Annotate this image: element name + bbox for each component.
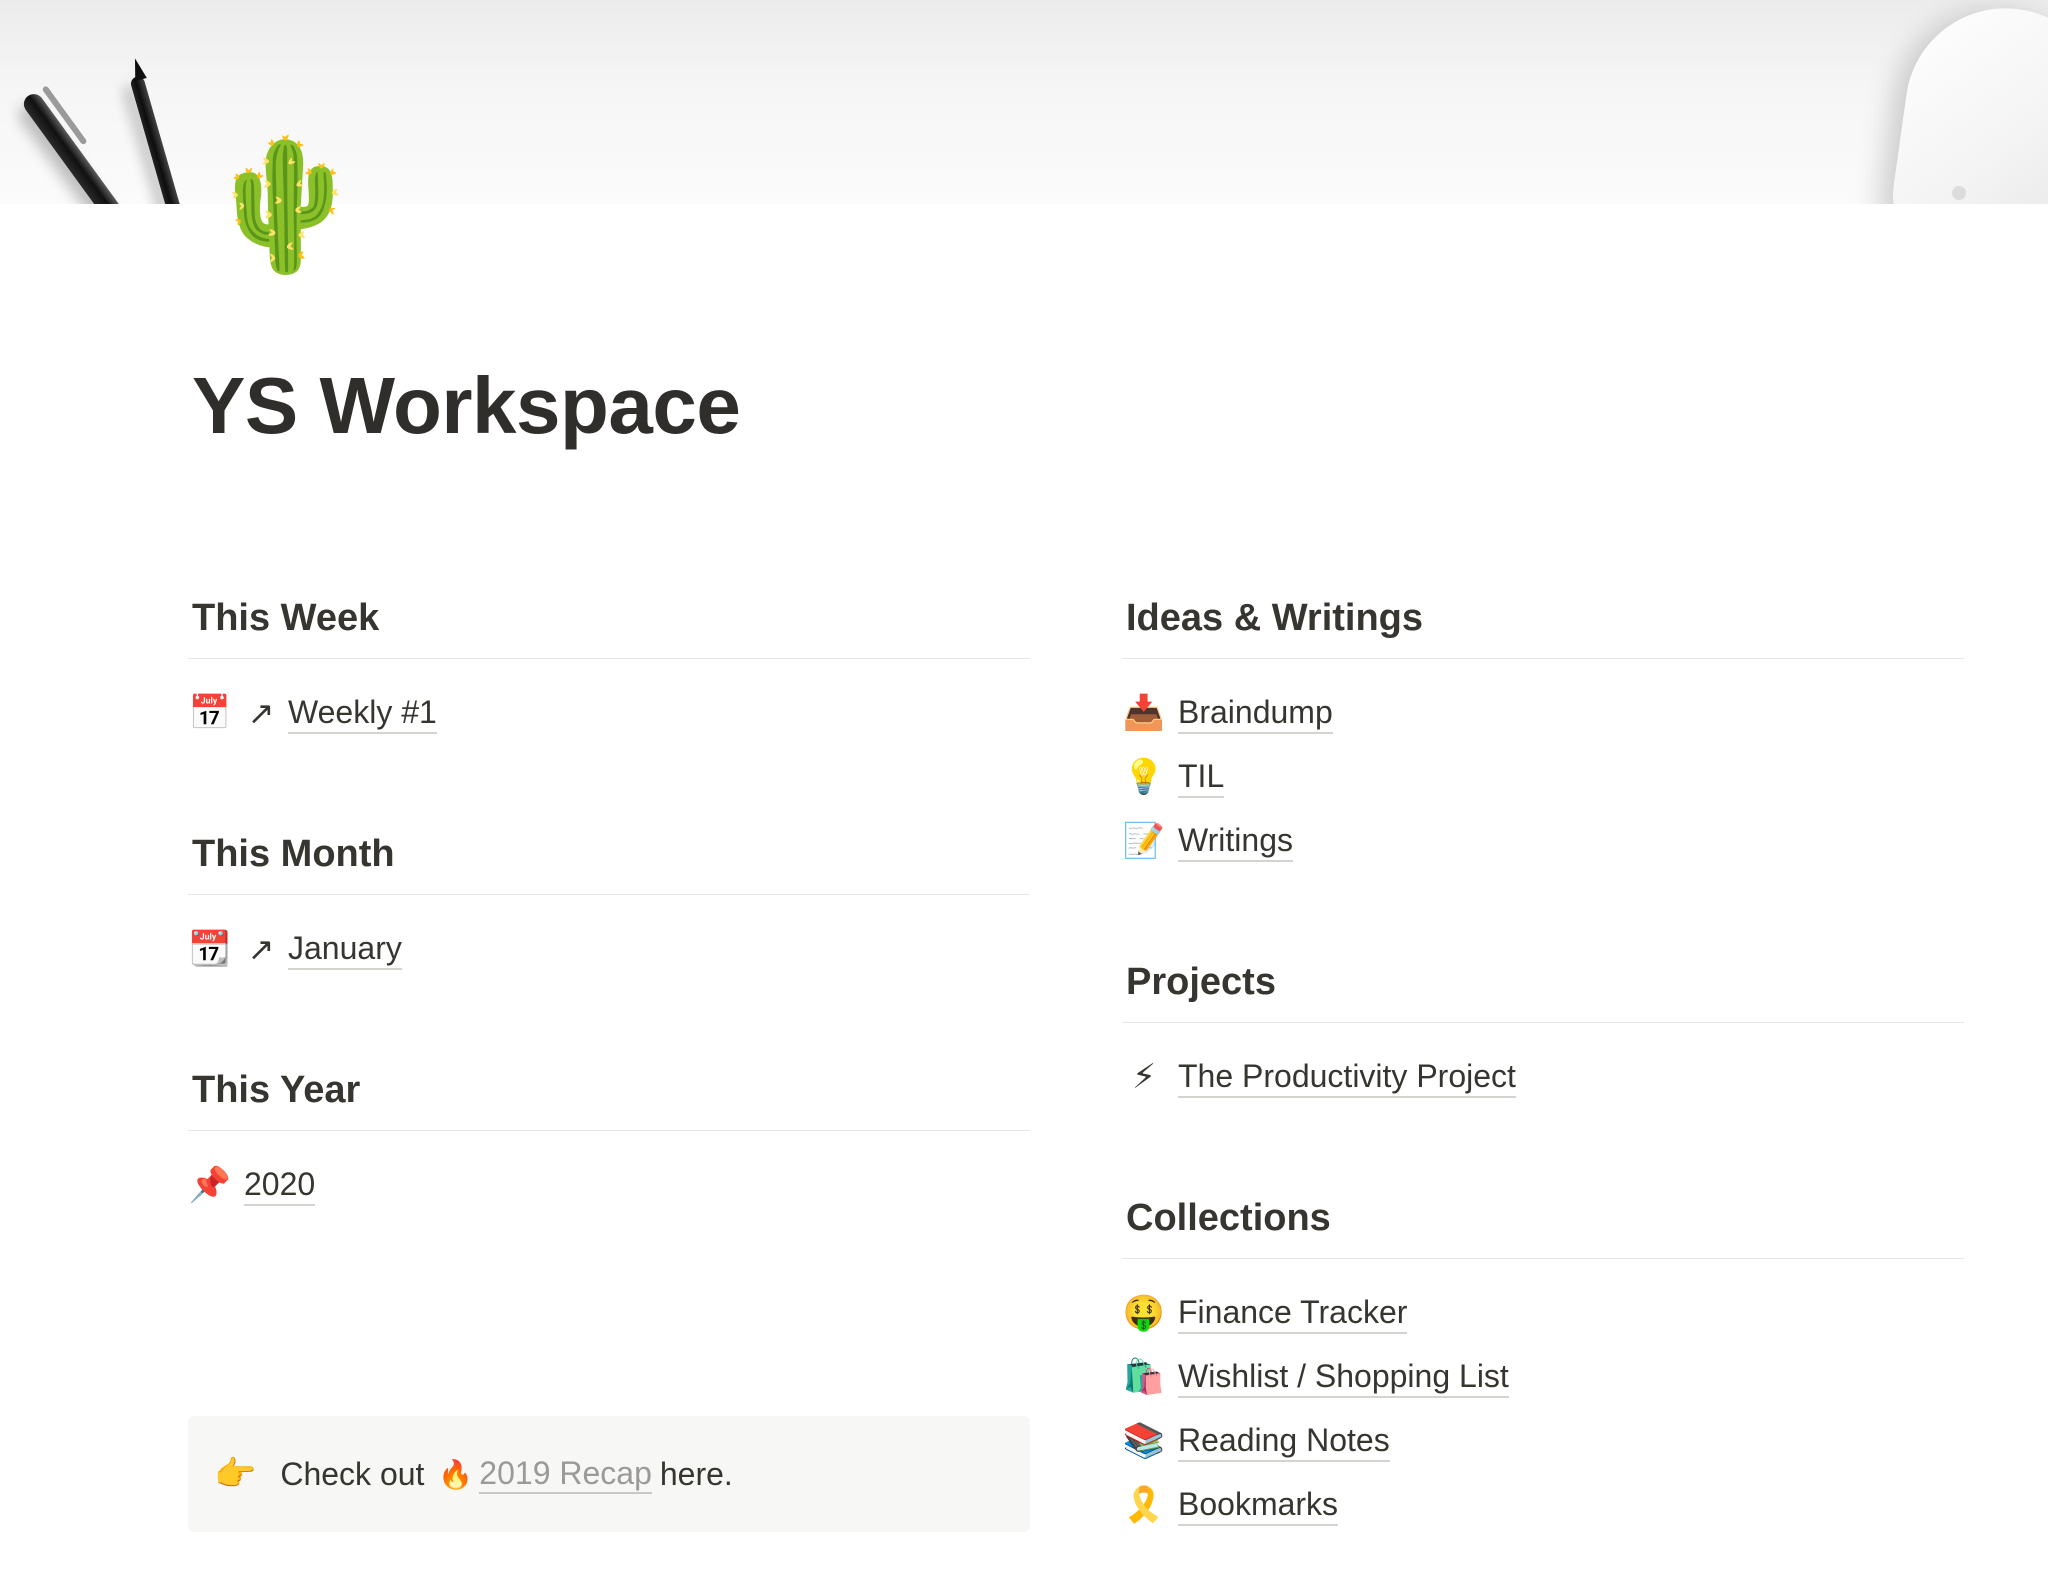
page-link-productivity-project[interactable]: The Productivity Project (1178, 1056, 1516, 1098)
pushpin-icon: 📌 (188, 1165, 232, 1205)
right-column: Ideas & Writings 📥 Braindump 💡 TIL 📝 Wri… (1122, 590, 1964, 1537)
section-this-week: This Week 📅 ↗ Weekly #1 (188, 590, 1030, 826)
section-collections: Collections 🤑 Finance Tracker 🛍️ Wishlis… (1122, 1190, 1964, 1537)
section-this-month: This Month 📆 ↗ January (188, 826, 1030, 1062)
calendar-icon: 📆 (188, 929, 232, 969)
divider (188, 658, 1030, 659)
section-heading[interactable]: Projects (1122, 954, 1964, 1010)
page-link-braindump[interactable]: Braindump (1178, 692, 1333, 734)
callout-prefix-text: Check out (280, 1455, 425, 1492)
list-item[interactable]: 🎗️ Bookmarks (1122, 1473, 1964, 1537)
callout-suffix-text: here. (659, 1455, 733, 1492)
divider (1122, 1022, 1964, 1023)
divider (1122, 1258, 1964, 1259)
divider (1122, 658, 1964, 659)
section-heading[interactable]: Collections (1122, 1190, 1964, 1246)
money-face-icon: 🤑 (1122, 1293, 1166, 1333)
list-item[interactable]: 📚 Reading Notes (1122, 1409, 1964, 1473)
list-item[interactable]: ⚡ The Productivity Project (1122, 1045, 1964, 1109)
fire-icon: 🔥 (438, 1457, 474, 1491)
section-this-year: This Year 📌 2020 (188, 1062, 1030, 1217)
page-link-2020[interactable]: 2020 (244, 1164, 316, 1206)
page-link-finance-tracker[interactable]: Finance Tracker (1178, 1292, 1408, 1334)
link-arrow-icon: ↗ (247, 694, 275, 732)
memo-icon: 📝 (1122, 821, 1166, 861)
brush-pen-tip (129, 56, 147, 82)
page-title[interactable]: YS Workspace (192, 362, 741, 450)
list-item[interactable]: 📅 ↗ Weekly #1 (188, 681, 1030, 745)
section-projects: Projects ⚡ The Productivity Project (1122, 954, 1964, 1190)
divider (188, 894, 1030, 895)
page-link-weekly[interactable]: Weekly #1 (288, 692, 437, 734)
link-arrow-icon: ↗ (247, 930, 275, 968)
section-heading[interactable]: This Year (188, 1062, 1030, 1118)
list-item[interactable]: 📝 Writings (1122, 809, 1964, 873)
section-heading[interactable]: Ideas & Writings (1122, 590, 1964, 646)
mouse-image (1881, 0, 2048, 204)
page-link-til[interactable]: TIL (1178, 756, 1225, 798)
shopping-bags-icon: 🛍️ (1122, 1357, 1166, 1397)
section-heading[interactable]: This Week (188, 590, 1030, 646)
page-link-january[interactable]: January (288, 928, 402, 970)
page-link-reading-notes[interactable]: Reading Notes (1178, 1420, 1390, 1462)
pointing-hand-icon: 👉 (214, 1454, 257, 1494)
list-item[interactable]: 📌 2020 (188, 1153, 1030, 1217)
list-item[interactable]: 🤑 Finance Tracker (1122, 1281, 1964, 1345)
list-item[interactable]: 🛍️ Wishlist / Shopping List (1122, 1345, 1964, 1409)
books-icon: 📚 (1122, 1421, 1166, 1461)
divider (188, 1130, 1030, 1131)
list-item[interactable]: 📥 Braindump (1122, 681, 1964, 745)
callout-block[interactable]: 👉 Check out 🔥 2019 Recap here. (188, 1416, 1030, 1532)
section-ideas-writings: Ideas & Writings 📥 Braindump 💡 TIL 📝 Wri… (1122, 590, 1964, 954)
lightning-icon: ⚡ (1132, 1057, 1156, 1097)
list-item[interactable]: 💡 TIL (1122, 745, 1964, 809)
page-link-2019-recap[interactable]: 2019 Recap (479, 1454, 652, 1494)
page-link-wishlist[interactable]: Wishlist / Shopping List (1178, 1356, 1509, 1398)
brush-pen-image (129, 75, 185, 204)
left-column: This Week 📅 ↗ Weekly #1 This Month 📆 ↗ J… (188, 590, 1030, 1217)
calendar-icon: 📅 (188, 693, 232, 733)
list-item[interactable]: 📆 ↗ January (188, 917, 1030, 981)
section-heading[interactable]: This Month (188, 826, 1030, 882)
inbox-tray-icon: 📥 (1122, 693, 1166, 733)
page-link-bookmarks[interactable]: Bookmarks (1178, 1484, 1339, 1526)
cactus-icon[interactable]: 🌵 (205, 126, 364, 286)
page-link-writings[interactable]: Writings (1178, 820, 1293, 862)
ribbon-icon: 🎗️ (1122, 1485, 1166, 1525)
mouse-logo (1952, 186, 1966, 200)
light-bulb-icon: 💡 (1122, 757, 1166, 797)
pen-image (19, 90, 131, 204)
